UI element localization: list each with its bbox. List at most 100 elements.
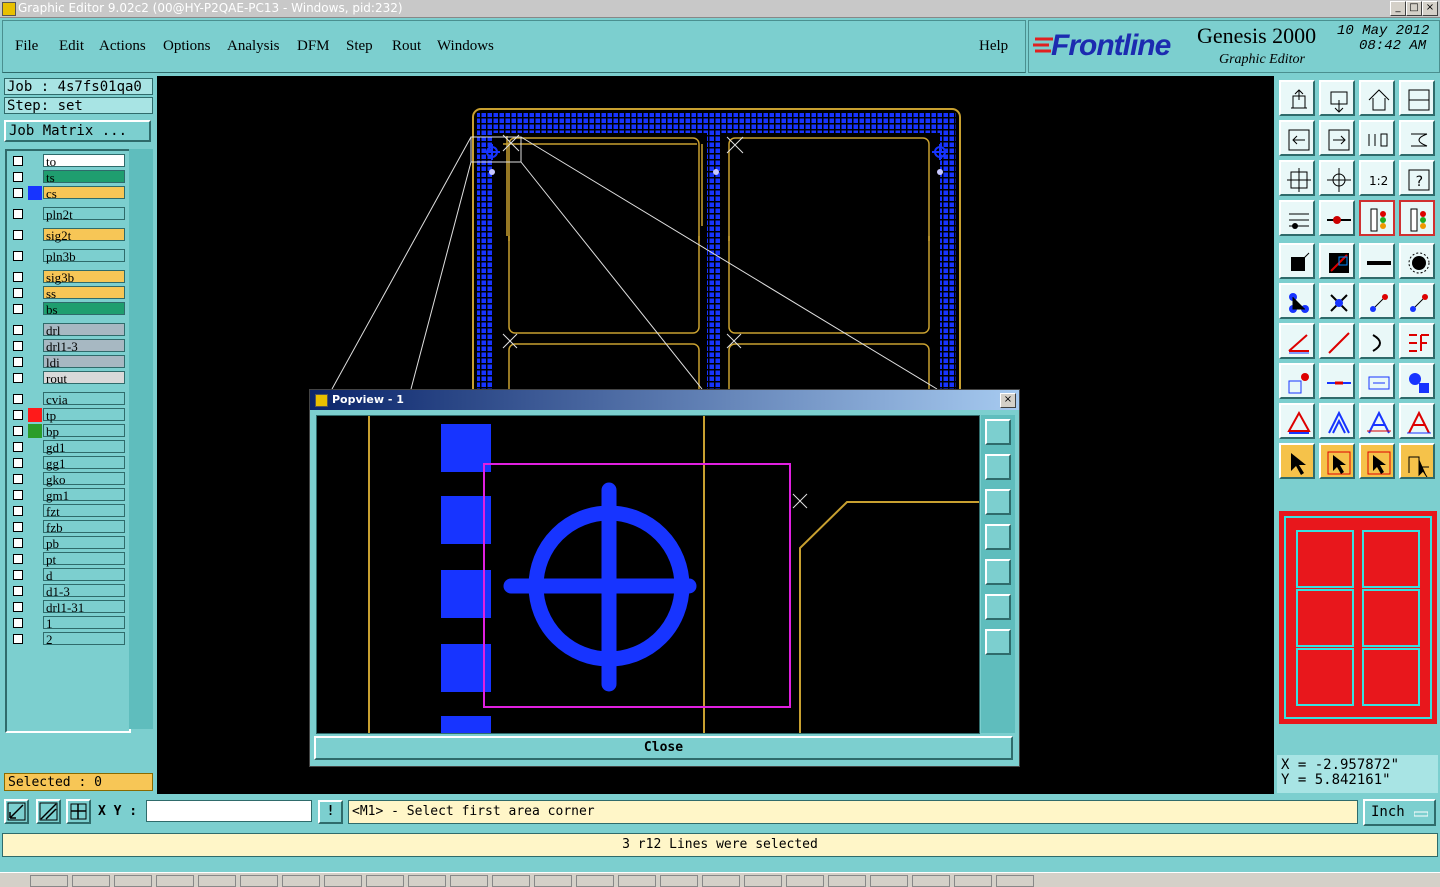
layer-checkbox[interactable]	[13, 188, 23, 198]
layer-row[interactable]: gd1	[9, 440, 127, 454]
popview-pan-left-button[interactable]	[985, 524, 1011, 550]
layer-name[interactable]: d1-3	[43, 584, 125, 598]
layer-checkbox[interactable]	[13, 442, 23, 452]
grid-button[interactable]	[66, 799, 91, 824]
layer-checkbox[interactable]	[13, 490, 23, 500]
layer-name[interactable]: ts	[43, 170, 125, 184]
layer-name[interactable]: pln3b	[43, 249, 125, 263]
taskbar-item[interactable]	[324, 875, 362, 887]
select-feature-button[interactable]	[1279, 243, 1315, 279]
zoom-fit-button[interactable]	[1279, 160, 1315, 196]
layer-name[interactable]: bp	[43, 424, 125, 438]
taskbar-item[interactable]	[282, 875, 320, 887]
layer-checkbox[interactable]	[13, 272, 23, 282]
layer-checkbox[interactable]	[13, 341, 23, 351]
draw-angle-button[interactable]	[1279, 323, 1315, 359]
layer-row[interactable]: cs	[9, 186, 127, 200]
layer-name[interactable]: drl1-3	[43, 339, 125, 353]
popview-zoom-in-button[interactable]	[985, 419, 1011, 445]
layer-name[interactable]: fzb	[43, 520, 125, 534]
layer-checkbox[interactable]	[13, 156, 23, 166]
minimize-button[interactable]: _	[1390, 1, 1406, 16]
measure-button[interactable]	[1359, 363, 1395, 399]
maximize-button[interactable]: □	[1406, 1, 1422, 16]
draw-line-button[interactable]	[1319, 323, 1355, 359]
layer-row[interactable]: 2	[9, 632, 127, 646]
layer-row[interactable]: cvia	[9, 392, 127, 406]
layer-name[interactable]: bs	[43, 302, 125, 316]
layer-checkbox[interactable]	[13, 618, 23, 628]
graphic-control-a-button[interactable]	[1359, 200, 1395, 236]
unit-selector[interactable]: Inch	[1363, 799, 1436, 826]
layer-row[interactable]: ts	[9, 170, 127, 184]
layer-row[interactable]: pln3b	[9, 249, 127, 263]
layer-row[interactable]: d	[9, 568, 127, 582]
layer-checkbox[interactable]	[13, 570, 23, 580]
popview-close-button[interactable]: Close	[314, 736, 1013, 760]
menu-options[interactable]: Options	[163, 38, 211, 55]
popview-window[interactable]: Popview - 1 × Close	[309, 389, 1020, 767]
graphic-control-b-button[interactable]	[1399, 200, 1435, 236]
layer-name[interactable]: pt	[43, 552, 125, 566]
layer-name[interactable]: rout	[43, 371, 125, 385]
layer-name[interactable]: to	[43, 154, 125, 168]
taskbar-item[interactable]	[156, 875, 194, 887]
pointer-button[interactable]	[1279, 443, 1315, 479]
window-title-bar[interactable]: Graphic Editor 9.02c2 (00@HY-P2QAE-PC13 …	[0, 0, 1440, 18]
measure-mode-button[interactable]	[36, 799, 61, 824]
layer-checkbox[interactable]	[13, 209, 23, 219]
layer-row[interactable]: pln2t	[9, 207, 127, 221]
layer-name[interactable]: gko	[43, 472, 125, 486]
layer-checkbox[interactable]	[13, 288, 23, 298]
layer-name[interactable]: cs	[43, 186, 125, 200]
taskbar-item[interactable]	[744, 875, 782, 887]
connect-button[interactable]	[1279, 283, 1315, 319]
layer-name[interactable]: pln2t	[43, 207, 125, 221]
popview-pan-down-button[interactable]	[985, 489, 1011, 515]
pointer-highlight-button[interactable]	[1359, 443, 1395, 479]
record-button[interactable]	[1399, 243, 1435, 279]
layer-name[interactable]: sig3b	[43, 270, 125, 284]
taskbar-item[interactable]	[786, 875, 824, 887]
layer-row[interactable]: pb	[9, 536, 127, 550]
menu-edit[interactable]: Edit	[59, 38, 84, 55]
layer-name[interactable]: pb	[43, 536, 125, 550]
layer-checkbox[interactable]	[13, 522, 23, 532]
job-matrix-button[interactable]: Job Matrix ...	[4, 120, 151, 142]
popview-title-bar[interactable]: Popview - 1	[310, 390, 1019, 410]
popview-close-icon[interactable]: ×	[1000, 393, 1016, 408]
taskbar-item[interactable]	[870, 875, 908, 887]
zoom-left-button[interactable]	[1279, 120, 1315, 156]
layer-checkbox[interactable]	[13, 410, 23, 420]
zoom-rotate-button[interactable]	[1399, 120, 1435, 156]
taskbar-item[interactable]	[492, 875, 530, 887]
popview-pan-right-button[interactable]	[985, 559, 1011, 585]
taskbar-item[interactable]	[72, 875, 110, 887]
layer-list-scrollbar[interactable]	[129, 149, 153, 729]
layer-row[interactable]: rout	[9, 371, 127, 385]
layer-row[interactable]: 1	[9, 616, 127, 630]
delta-angle-button[interactable]	[1399, 403, 1435, 439]
delta-arc-button[interactable]	[1359, 403, 1395, 439]
draw-arc-button[interactable]	[1359, 323, 1395, 359]
zoom-flip-button[interactable]	[1359, 120, 1395, 156]
zoom-one-to-one-button[interactable]: 1:2	[1359, 160, 1395, 196]
query-button[interactable]: ?	[1399, 160, 1435, 196]
layer-name[interactable]: 1	[43, 616, 125, 630]
layer-checkbox[interactable]	[13, 602, 23, 612]
layer-row[interactable]: gm1	[9, 488, 127, 502]
drag-button[interactable]	[1359, 283, 1395, 319]
layer-checkbox[interactable]	[13, 634, 23, 644]
taskbar-item[interactable]	[534, 875, 572, 887]
layer-name[interactable]: d	[43, 568, 125, 582]
layer-checkbox[interactable]	[13, 172, 23, 182]
delta-up-button[interactable]	[1279, 403, 1315, 439]
pointer-route-button[interactable]	[1399, 443, 1435, 479]
layer-checkbox[interactable]	[13, 373, 23, 383]
layer-name[interactable]: cvia	[43, 392, 125, 406]
ruler-button[interactable]	[1359, 243, 1395, 279]
taskbar-item[interactable]	[408, 875, 446, 887]
layer-row[interactable]: gg1	[9, 456, 127, 470]
popview-pan-up-button[interactable]	[985, 454, 1011, 480]
layer-checkbox[interactable]	[13, 394, 23, 404]
